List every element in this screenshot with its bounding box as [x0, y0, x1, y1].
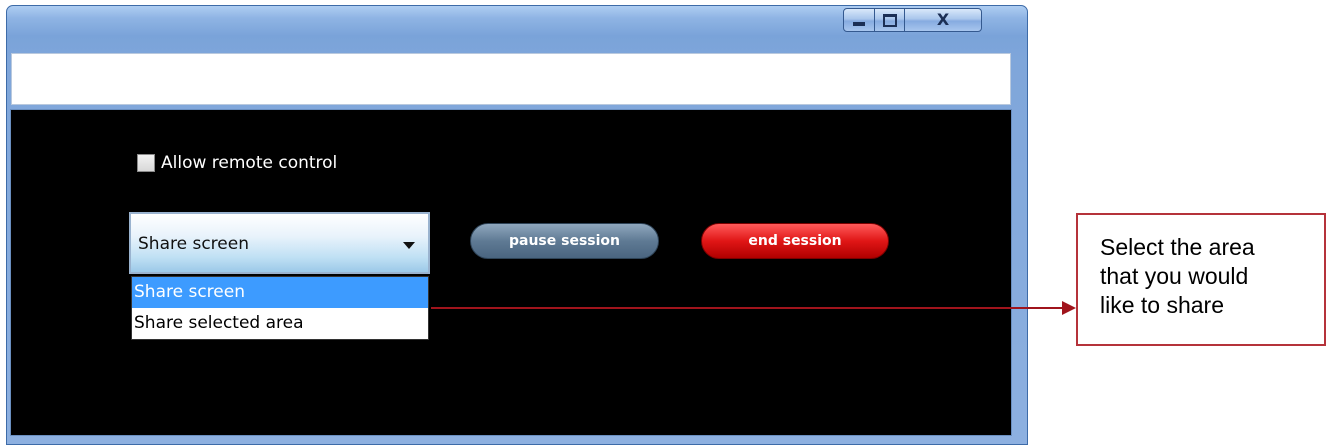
- window-controls: X: [843, 8, 1027, 32]
- end-session-button[interactable]: end session: [701, 223, 889, 259]
- allow-remote-control[interactable]: Allow remote control: [137, 151, 337, 175]
- share-option-selected-area[interactable]: Share selected area: [132, 308, 428, 339]
- callout-arrow-icon: [1062, 301, 1076, 315]
- address-bar[interactable]: [11, 53, 1011, 105]
- allow-remote-control-checkbox[interactable]: [137, 154, 155, 172]
- allow-remote-control-label: Allow remote control: [161, 153, 338, 173]
- callout-line-2: that you would: [1100, 263, 1249, 289]
- minimize-icon: [853, 22, 865, 26]
- callout-connector-line: [431, 307, 1063, 309]
- callout-line-1: Select the area: [1100, 234, 1255, 260]
- share-mode-selected: Share screen: [138, 234, 249, 254]
- share-mode-select[interactable]: Share screen: [129, 212, 430, 274]
- share-mode-dropdown: Share screen Share selected area: [131, 276, 429, 340]
- callout-box: Select the area that you would like to s…: [1076, 213, 1326, 346]
- pause-session-button[interactable]: pause session: [470, 223, 659, 259]
- maximize-button[interactable]: [874, 8, 905, 32]
- callout-line-3: like to share: [1100, 292, 1225, 318]
- share-option-screen[interactable]: Share screen: [132, 277, 428, 308]
- minimize-button[interactable]: [843, 8, 875, 32]
- maximize-icon: [882, 13, 897, 27]
- close-button[interactable]: X: [904, 8, 982, 32]
- chevron-down-icon[interactable]: [403, 242, 415, 249]
- close-icon: X: [936, 10, 950, 29]
